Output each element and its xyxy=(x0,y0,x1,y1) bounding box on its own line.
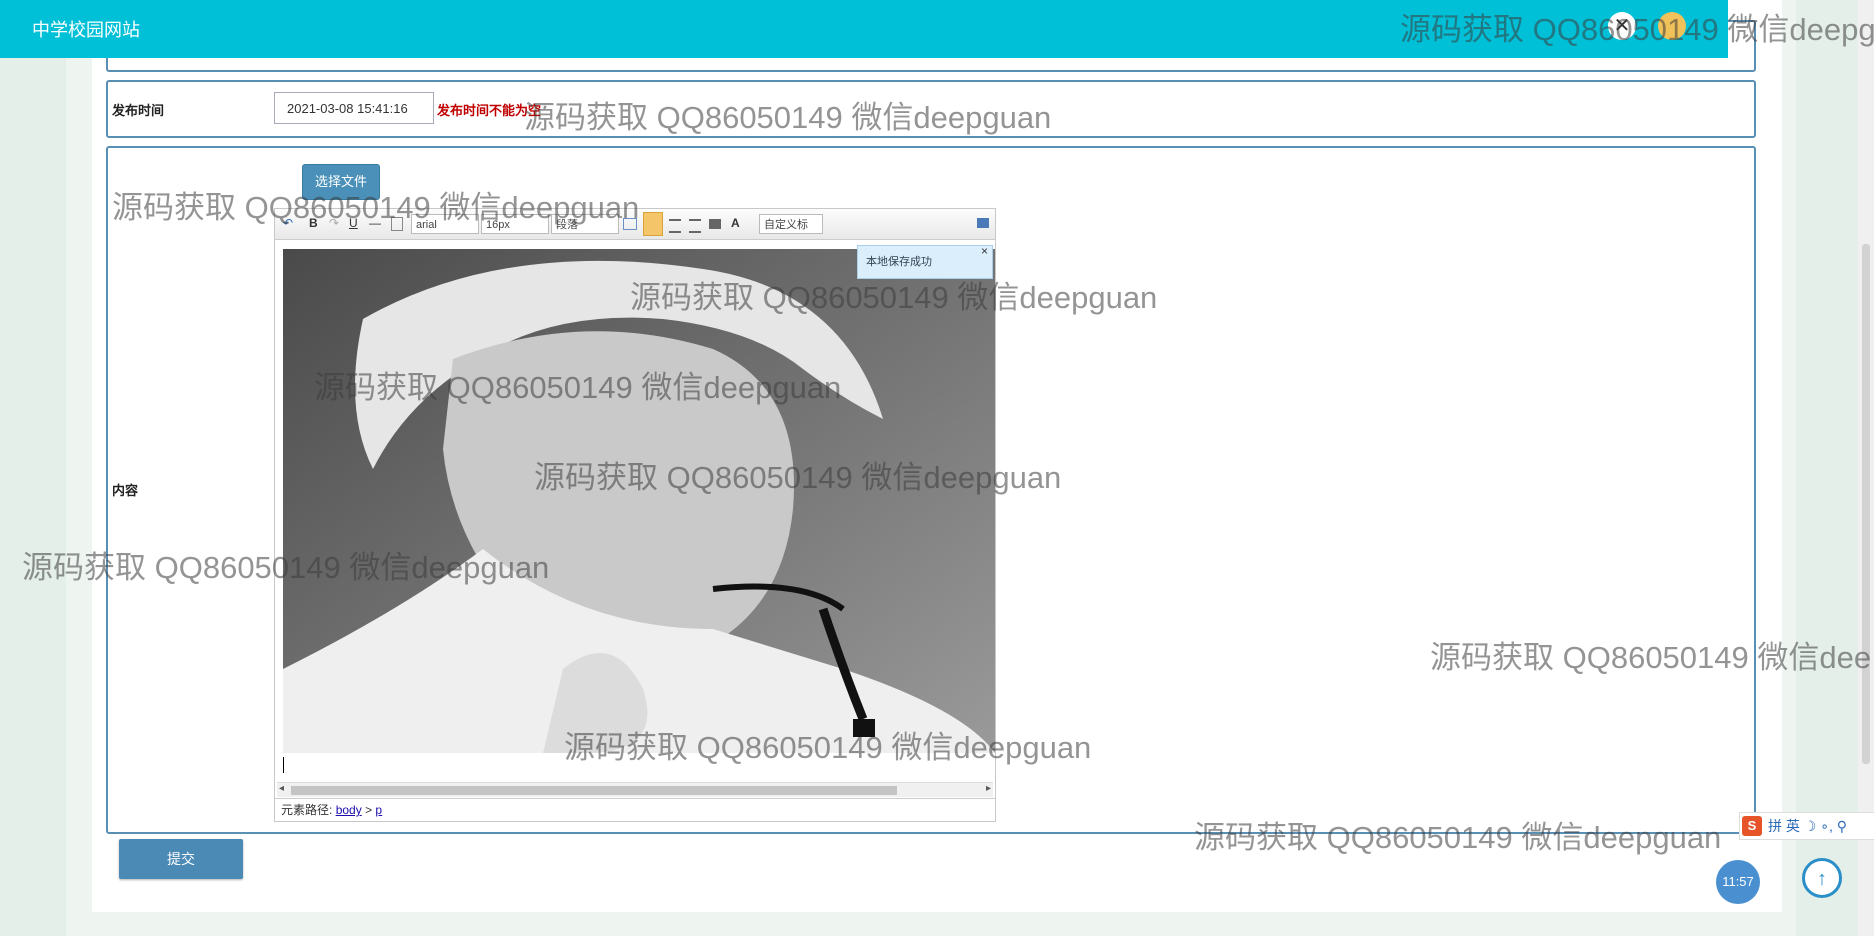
bold-icon[interactable]: B xyxy=(309,216,318,230)
justify-icon[interactable] xyxy=(709,219,721,229)
page-scroll-thumb[interactable] xyxy=(1862,244,1870,764)
paragraph-select[interactable]: 段落 xyxy=(551,214,619,234)
font-family-select[interactable]: arial xyxy=(411,214,479,234)
custom-title-select[interactable]: 自定义标 xyxy=(759,214,823,234)
font-color-icon[interactable]: A xyxy=(731,216,740,230)
portrait-photo xyxy=(283,249,995,753)
path-separator: > xyxy=(365,803,373,817)
horizontal-scroll-thumb[interactable] xyxy=(291,786,897,795)
submit-button[interactable]: 提交 xyxy=(119,839,243,879)
scroll-left-icon[interactable]: ◂ xyxy=(279,783,284,794)
ime-labels: 拼 英 ☽ ∘, ⚲ xyxy=(1768,818,1848,834)
undo-icon[interactable]: ↶ xyxy=(283,216,293,230)
rich-text-editor: ↶ B ↷ U — arial 16px 段落 A 自定义标 本地保存成功 × … xyxy=(274,208,996,822)
align-right-icon[interactable] xyxy=(689,219,701,233)
page: 中学校园网站 ✕ 发布时间 2021-03-08 15:41:16 发布时间不能… xyxy=(0,0,1874,936)
text-cursor xyxy=(283,757,284,773)
scroll-top-icon[interactable]: ↑ xyxy=(1802,858,1842,898)
publish-time-input[interactable]: 2021-03-08 15:41:16 xyxy=(274,92,434,124)
element-path-label: 元素路径: xyxy=(281,803,333,817)
avatar[interactable] xyxy=(1658,12,1686,40)
sogou-logo-icon: S xyxy=(1742,816,1762,836)
underline-icon[interactable]: U xyxy=(349,216,358,230)
font-size-select[interactable]: 16px xyxy=(481,214,549,234)
editor-toolbar: ↶ B ↷ U — arial 16px 段落 A 自定义标 xyxy=(275,209,995,240)
save-tip-text: 本地保存成功 xyxy=(866,256,932,268)
content-label: 内容 xyxy=(112,483,139,498)
page-scrollbar[interactable] xyxy=(1858,0,1874,936)
save-tip-close-icon[interactable]: × xyxy=(981,235,988,267)
top-bar: 中学校园网站 ✕ xyxy=(0,0,1728,58)
page-icon[interactable] xyxy=(391,217,403,231)
publish-time-label: 发布时间 xyxy=(112,103,165,118)
site-title: 中学校园网站 xyxy=(32,20,140,40)
horizontal-scrollbar[interactable]: ◂ ▸ xyxy=(277,782,993,797)
align-center-icon[interactable] xyxy=(669,219,681,233)
clock-badge: 11:57 xyxy=(1716,860,1760,904)
element-path-bar: 元素路径: body > p xyxy=(275,798,995,820)
publish-time-error: 发布时间不能为空 xyxy=(437,103,542,118)
fullscreen-icon[interactable] xyxy=(977,218,989,228)
align-left-icon[interactable] xyxy=(643,212,663,236)
path-item-p[interactable]: p xyxy=(375,803,382,817)
local-save-tip: 本地保存成功 × xyxy=(857,244,993,279)
inserted-portrait-image xyxy=(283,249,995,753)
ime-toolbar[interactable]: S 拼 英 ☽ ∘, ⚲ xyxy=(1739,812,1874,840)
scroll-right-icon[interactable]: ▸ xyxy=(986,783,991,794)
horizontal-rule-icon[interactable]: — xyxy=(369,216,381,230)
close-icon[interactable]: ✕ xyxy=(1608,12,1636,40)
choose-file-button[interactable]: 选择文件 xyxy=(302,164,380,200)
path-item-body[interactable]: body xyxy=(336,803,362,817)
table-icon[interactable] xyxy=(623,218,637,230)
redo-icon[interactable]: ↷ xyxy=(329,216,339,230)
